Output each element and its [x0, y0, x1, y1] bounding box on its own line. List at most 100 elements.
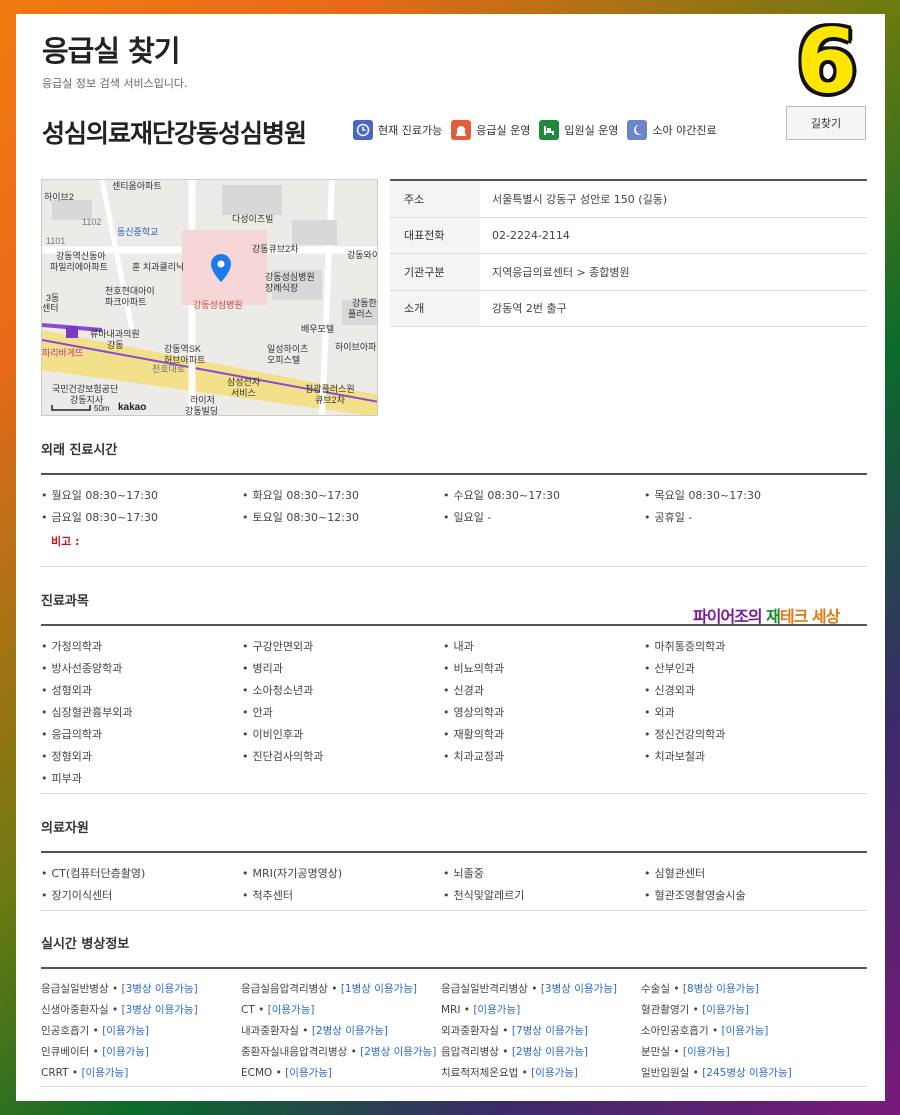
hours-item: • 일요일 - — [443, 507, 644, 529]
bed-item: MRI • [이용가능] — [441, 1000, 641, 1021]
bed-status: [이용가능] — [81, 1067, 129, 1079]
bed-item: 인큐베이터 • [이용가능] — [41, 1042, 241, 1063]
department-item: • 진단검사의학과 — [242, 746, 443, 768]
bullet-icon: • — [242, 684, 249, 697]
info-value[interactable]: 02-2224-2114 — [480, 229, 570, 242]
number-badge: 6 — [796, 14, 858, 113]
resource-item-label: 천식및알레르기 — [453, 889, 525, 902]
bullet-icon: • — [498, 1025, 512, 1037]
hours-grid: • 월요일 08:30~17:30 • 화요일 08:30~17:30 • 수요일 08:… — [41, 475, 867, 529]
department-item: • 병리과 — [242, 658, 443, 680]
location-map[interactable]: 센티움아파트 하이브2 1102 다성이즈빌 동신중학교 1101 강동큐브2차… — [41, 179, 378, 416]
hours-item: • 공휴일 - — [644, 507, 845, 529]
bed-name: 혈관촬영기 — [641, 1004, 690, 1016]
status-ward: 입원실 운영 — [539, 120, 618, 140]
department-item-label: 구강안면외과 — [252, 640, 314, 653]
department-item-label: 신경외과 — [654, 684, 695, 697]
bullet-icon: • — [644, 489, 651, 502]
department-item-label: 소아청소년과 — [252, 684, 314, 697]
bullet-icon: • — [327, 983, 341, 995]
bullet-icon: • — [242, 889, 249, 902]
bullet-icon: • — [89, 1025, 103, 1037]
bed-name: CRRT — [41, 1067, 69, 1079]
bed-status: [이용가능] — [702, 1004, 750, 1016]
department-item: • 응급의학과 — [41, 724, 242, 746]
bed-status: [3병상 이용가능] — [540, 983, 617, 995]
map-label: 강동역SK — [164, 344, 201, 354]
bullet-icon: • — [41, 511, 48, 524]
department-item: • 외과 — [644, 702, 845, 724]
bullet-icon: • — [443, 706, 450, 719]
status-label: 현재 진료가능 — [378, 124, 443, 137]
department-item: • 신경외과 — [644, 680, 845, 702]
bed-name: 응급실일반병상 — [41, 983, 109, 995]
bullet-icon: • — [443, 867, 450, 880]
map-label: 라이저 — [190, 395, 215, 405]
bullet-icon: • — [254, 1004, 268, 1016]
bed-name: MRI — [441, 1004, 461, 1016]
department-item: • 치과보철과 — [644, 746, 845, 768]
bed-status: [7병상 이용가능] — [511, 1025, 589, 1037]
bed-item: 응급실일반격리병상 • [3병상 이용가능] — [441, 979, 641, 1000]
bed-item: 신생아중환자실 • [3병상 이용가능] — [41, 1000, 241, 1021]
info-value: 지역응급의료센터 > 종합병원 — [492, 265, 630, 279]
bed-status: [이용가능] — [267, 1004, 315, 1016]
beds-section: 실시간 병상정보 응급실일반병상 • [3병상 이용가능] 응급실음압격리병상 •… — [41, 933, 867, 1087]
bed-item: CRRT • [이용가능] — [41, 1063, 241, 1084]
department-item: • 영상의학과 — [443, 702, 644, 724]
bullet-icon: • — [644, 511, 651, 524]
department-item-label: 심장혈관흉부외과 — [51, 706, 133, 719]
bed-status: [이용가능] — [102, 1025, 150, 1037]
map-label: 청광플러스원 — [305, 383, 355, 394]
map-label: 배우모텔 — [301, 323, 334, 334]
map-label: 파밀리에아파트 — [50, 261, 108, 272]
map-label: 플러스 — [348, 309, 373, 319]
map-label: 파크아파트 — [105, 297, 146, 307]
map-label: 오피스텔 — [267, 354, 300, 365]
bed-item: 수술실 • [8병상 이용가능] — [641, 979, 867, 1000]
map-label: 일성하이츠 — [267, 344, 308, 354]
bullet-icon: • — [242, 640, 249, 653]
bullet-icon: • — [443, 489, 450, 502]
bed-name: 소아인공호흡기 — [641, 1025, 709, 1037]
route-button[interactable]: 길찾기 — [786, 106, 866, 140]
bullet-icon: • — [644, 640, 651, 653]
map-label: 하이브아파 — [335, 342, 377, 352]
department-item: • 재활의학과 — [443, 724, 644, 746]
department-item-label: 가정의학과 — [51, 640, 103, 653]
department-item-label: 마취통증의학과 — [654, 640, 726, 653]
bullet-icon: • — [443, 684, 450, 697]
bullet-icon: • — [443, 640, 450, 653]
bed-status: [이용가능] — [531, 1067, 578, 1079]
department-item: • 산부인과 — [644, 658, 845, 680]
bullet-icon: • — [242, 511, 249, 524]
map-label: 강동역신동아 — [56, 251, 106, 261]
department-item: • 정형외과 — [41, 746, 242, 768]
department-item-label: 비뇨의학과 — [453, 662, 505, 675]
bullet-icon: • — [242, 867, 249, 880]
bed-status: [이용가능] — [102, 1046, 150, 1058]
department-item: • 가정의학과 — [41, 636, 242, 658]
bed-name: 중환자실내음압격리병상 — [241, 1046, 348, 1058]
bullet-icon: • — [460, 1004, 474, 1016]
status-label: 소아 야간진료 — [652, 124, 717, 137]
info-key: 대표전화 — [390, 217, 480, 253]
bed-item: 일반입원실 • [245병상 이용가능] — [641, 1063, 867, 1084]
bed-status: [이용가능] — [682, 1046, 730, 1058]
map-label: 센터 — [42, 303, 59, 313]
map-label: 동신중학교 — [117, 227, 158, 237]
hours-item-label: 토요일 08:30~12:30 — [252, 511, 359, 524]
bed-item: 인공호흡기 • [이용가능] — [41, 1021, 241, 1042]
department-item: • 성형외과 — [41, 680, 242, 702]
department-item-label: 성형외과 — [51, 684, 92, 697]
hours-title: 외래 진료시간 — [41, 439, 867, 475]
map-label: 센티움아파트 — [112, 181, 162, 191]
department-item-label: 산부인과 — [654, 662, 695, 675]
map-label: 강동성심병원 — [265, 272, 315, 282]
map-label: 강동빌딩 — [185, 406, 218, 416]
status-er: 응급실 운영 — [451, 120, 530, 140]
bed-item: 외과중환자실 • [7병상 이용가능] — [441, 1021, 641, 1042]
bullet-icon: • — [708, 1025, 722, 1037]
department-item-label: 영상의학과 — [453, 706, 505, 719]
map-label: 강동와이 — [347, 249, 378, 260]
